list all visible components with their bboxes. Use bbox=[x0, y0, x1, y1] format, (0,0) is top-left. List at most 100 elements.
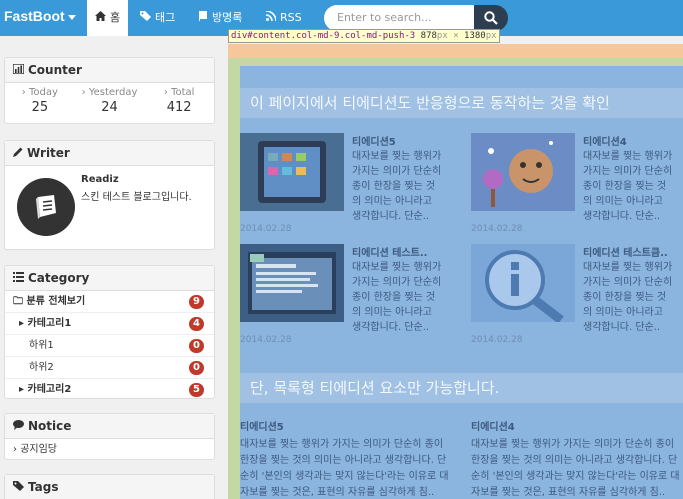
section-title-1: 이 페이지에서 티에디션도 반응형으로 동작하는 것을 확인 bbox=[240, 88, 683, 118]
category-label-1: 카테고리1 bbox=[27, 318, 72, 329]
card-date: 2014.02.28 bbox=[471, 224, 523, 234]
inspector-times: × bbox=[453, 31, 459, 41]
pencil-icon bbox=[13, 141, 23, 166]
list-item-title[interactable]: 티에디션4 bbox=[471, 418, 683, 433]
inspector-height: 1380 bbox=[464, 31, 486, 41]
category-item-1[interactable]: ▸ 카테고리1 4 bbox=[5, 313, 214, 335]
list-item[interactable]: 티에디션5 대자보를 찢는 행위가 가지는 의미가 단순히 종이 한장을 찢는 … bbox=[240, 418, 452, 499]
brand-dropdown[interactable]: FastBoot bbox=[4, 8, 76, 24]
counter-today: › Today 25 bbox=[5, 87, 75, 115]
comment-icon bbox=[13, 414, 24, 439]
card-thumbnail bbox=[240, 133, 344, 211]
card-date: 2014.02.28 bbox=[240, 224, 292, 234]
list-item-title[interactable]: 티에디션5 bbox=[240, 418, 452, 433]
counter-today-label: Today bbox=[28, 87, 58, 98]
writer-name: Readiz bbox=[81, 174, 119, 185]
card-thumbnail bbox=[471, 244, 575, 324]
search-input[interactable]: Enter to search... bbox=[324, 5, 474, 31]
folder-icon: 🗀 bbox=[13, 296, 23, 307]
card-title[interactable]: 티에디션4 bbox=[583, 133, 627, 148]
caret-right-icon: ▸ bbox=[19, 318, 25, 329]
category-header: Category bbox=[5, 266, 214, 291]
category-item-all[interactable]: 🗀 분류 전체보기 9 bbox=[5, 291, 214, 313]
card-thumbnail bbox=[240, 244, 344, 322]
tedition-card[interactable]: 티에디션5 대자보를 찢는 행위가 가지는 의미가 단순히 종이 한장을 찢는 … bbox=[240, 133, 450, 237]
notice-title: Notice bbox=[28, 419, 72, 433]
writer-header: Writer bbox=[5, 141, 214, 166]
inspector-selector: div#content.col-md-9.col-md-push-3 bbox=[231, 31, 416, 41]
tags-icon bbox=[13, 475, 24, 499]
card-excerpt: 대자보를 찢는 행위가 가지는 의미가 단순히 종이 한장을 찢는 것의 의미는… bbox=[352, 151, 442, 222]
category-count-sub1: 0 bbox=[189, 339, 204, 353]
caret-right-icon: ▸ bbox=[19, 384, 25, 395]
tags-title: Tags bbox=[28, 480, 59, 494]
category-label-sub2: 하위2 bbox=[29, 362, 54, 373]
writer-panel: Writer Readiz 스킨 테스트 블로그입니다. bbox=[4, 140, 215, 250]
writer-title: Writer bbox=[27, 146, 70, 160]
section-title-2: 단, 목록형 티에디션 요소만 가능합니다. bbox=[240, 373, 683, 403]
card-thumbnail bbox=[471, 133, 575, 211]
tedition-card[interactable]: 티에디션4 대자보를 찢는 행위가 가지는 의미가 단순히 종이 한장을 찢는 … bbox=[471, 133, 681, 237]
category-item-sub2[interactable]: 하위2 0 bbox=[5, 357, 214, 379]
search-icon bbox=[484, 11, 498, 25]
notice-panel: Notice › 공지임당 bbox=[4, 413, 215, 460]
card-title[interactable]: 티에디션5 bbox=[352, 133, 396, 148]
category-item-2[interactable]: ▸ 카테고리2 5 bbox=[5, 379, 214, 401]
counter-title: Counter bbox=[28, 63, 82, 77]
card-excerpt: 대자보를 찢는 행위가 가지는 의미가 단순히 종이 한장을 찢는 것의 의미는… bbox=[583, 262, 673, 333]
nav-tags[interactable]: 태그 bbox=[132, 0, 183, 36]
nav-home-label: 홈 bbox=[110, 11, 121, 24]
card-date: 2014.02.28 bbox=[471, 335, 523, 345]
counter-header: Counter bbox=[5, 58, 214, 83]
nav-tags-label: 태그 bbox=[155, 11, 176, 24]
avatar bbox=[17, 178, 75, 236]
notice-item[interactable]: › 공지임당 bbox=[5, 439, 214, 461]
category-title: Category bbox=[28, 271, 90, 285]
card-title[interactable]: 티에디션 테스트큼.. bbox=[583, 244, 668, 259]
tedition-card[interactable]: 티에디션 테스트큼.. 대자보를 찢는 행위가 가지는 의미가 단순히 종이 한… bbox=[471, 244, 681, 348]
book-avatar-icon bbox=[36, 195, 56, 219]
book-icon bbox=[198, 0, 208, 36]
list-icon bbox=[13, 266, 24, 291]
category-count-1: 4 bbox=[189, 317, 204, 331]
notice-item-label: 공지임당 bbox=[20, 444, 57, 455]
caret-down-icon bbox=[67, 14, 76, 20]
card-excerpt: 대자보를 찢는 행위가 가지는 의미가 단순히 종이 한장을 찢는 것의 의미는… bbox=[352, 262, 442, 333]
bar-chart-icon bbox=[12, 58, 25, 83]
writer-description: 스킨 테스트 블로그입니다. bbox=[81, 192, 192, 203]
category-label-sub1: 하위1 bbox=[29, 340, 54, 351]
category-panel: Category 🗀 분류 전체보기 9 ▸ 카테고리1 4 하위1 0 하위2… bbox=[4, 265, 215, 399]
inspector-unit-2: px bbox=[485, 31, 497, 41]
card-title[interactable]: 티에디션 테스트.. bbox=[352, 244, 427, 259]
notice-header: Notice bbox=[5, 414, 214, 439]
list-item[interactable]: 티에디션4 대자보를 찢는 행위가 가지는 의미가 단순히 종이 한장을 찢는 … bbox=[471, 418, 683, 499]
category-item-sub1[interactable]: 하위1 0 bbox=[5, 335, 214, 357]
tags-header: Tags bbox=[5, 475, 214, 499]
category-count-2: 5 bbox=[189, 383, 204, 397]
inspector-width: 878 bbox=[420, 31, 437, 41]
inspector-unit: px bbox=[436, 31, 448, 41]
nav-home[interactable]: 홈 bbox=[87, 0, 129, 36]
counter-total-label: Total bbox=[171, 87, 195, 98]
counter-yesterday: › Yesterday 24 bbox=[75, 87, 145, 115]
counter-total: › Total 412 bbox=[144, 87, 214, 115]
card-date: 2014.02.28 bbox=[240, 335, 292, 345]
list-item-excerpt: 대자보를 찢는 행위가 가지는 의미가 단순히 종이 한장을 찢는 것의 의미는… bbox=[240, 439, 449, 498]
nav-guestbook-label: 방명록 bbox=[212, 11, 243, 24]
tags-panel: Tags bbox=[4, 474, 215, 499]
inspector-tooltip: div#content.col-md-9.col-md-push-3 878px… bbox=[228, 29, 500, 43]
counter-panel: Counter › Today 25 › Yesterday 24 › Tota… bbox=[4, 57, 215, 124]
category-count-sub2: 0 bbox=[189, 361, 204, 375]
nav-rss-label: RSS bbox=[280, 11, 302, 24]
counter-today-value: 25 bbox=[31, 100, 49, 115]
counter-yesterday-value: 24 bbox=[101, 100, 118, 115]
home-icon bbox=[95, 0, 106, 36]
category-label-all: 분류 전체보기 bbox=[26, 296, 86, 307]
tag-icon bbox=[140, 0, 151, 36]
search-button[interactable] bbox=[474, 5, 508, 31]
brand-name: FastBoot bbox=[4, 8, 65, 24]
counter-yesterday-label: Yesterday bbox=[88, 87, 138, 98]
tedition-card[interactable]: 티에디션 테스트.. 대자보를 찢는 행위가 가지는 의미가 단순히 종이 한장… bbox=[240, 244, 450, 348]
category-label-2: 카테고리2 bbox=[27, 384, 72, 395]
card-excerpt: 대자보를 찢는 행위가 가지는 의미가 단순히 종이 한장을 찢는 것의 의미는… bbox=[583, 151, 673, 222]
